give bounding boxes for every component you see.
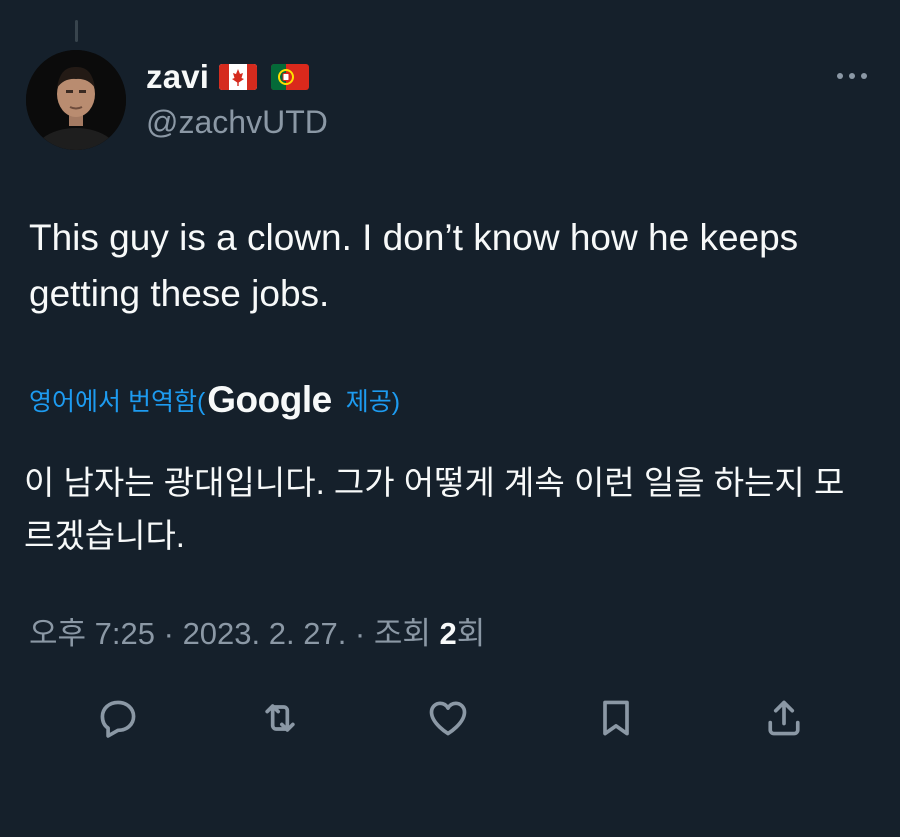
tweet-meta: 오후 7:25 · 2023. 2. 27. · 조회 2회: [29, 608, 485, 653]
tweet-date[interactable]: 2023. 2. 27.: [183, 616, 347, 651]
views-prefix: 조회: [373, 616, 440, 651]
avatar[interactable]: [26, 50, 126, 150]
author-name-row: zavi: [146, 54, 328, 100]
share-button[interactable]: [760, 694, 808, 742]
more-dots-icon: [837, 73, 867, 79]
views-suffix: 회: [456, 616, 486, 651]
translation-label-prefix: 영어에서 번역함(: [29, 388, 206, 416]
retweet-icon: [265, 704, 295, 732]
avatar-image: [26, 50, 126, 150]
thread-connector-line: [75, 20, 78, 42]
like-button[interactable]: [424, 694, 472, 742]
translation-label-suffix: 제공): [345, 388, 401, 416]
author-display-name[interactable]: zavi: [146, 58, 209, 96]
google-logo-text: Google: [207, 379, 332, 420]
like-icon: [429, 701, 467, 736]
share-icon: [768, 700, 800, 736]
more-options-button[interactable]: [834, 64, 870, 88]
bookmark-button[interactable]: [592, 694, 640, 742]
tweet-time[interactable]: 오후 7:25: [29, 616, 155, 651]
translated-text: 이 남자는 광대입니다. 그가 어떻게 계속 이런 일을 하는지 모르겠습니다.: [24, 464, 845, 554]
bookmark-icon: [603, 700, 629, 736]
views-count[interactable]: 2: [440, 616, 457, 651]
tweet-text: This guy is a clown. I don’t know how he…: [29, 217, 799, 314]
meta-separator: ·: [155, 616, 183, 651]
translation-attribution[interactable]: 영어에서 번역함(Google 제공): [29, 376, 400, 424]
author-handle[interactable]: @zachvUTD: [146, 104, 328, 141]
retweet-button[interactable]: [256, 694, 304, 742]
reply-icon: [100, 700, 136, 738]
reply-button[interactable]: [94, 694, 142, 742]
author-info: zavi @zachvUTD: [146, 54, 328, 141]
meta-separator: ·: [346, 616, 374, 651]
action-bar: [0, 688, 900, 748]
canada-flag-icon: [219, 64, 258, 90]
portugal-flag-icon: [271, 64, 310, 90]
